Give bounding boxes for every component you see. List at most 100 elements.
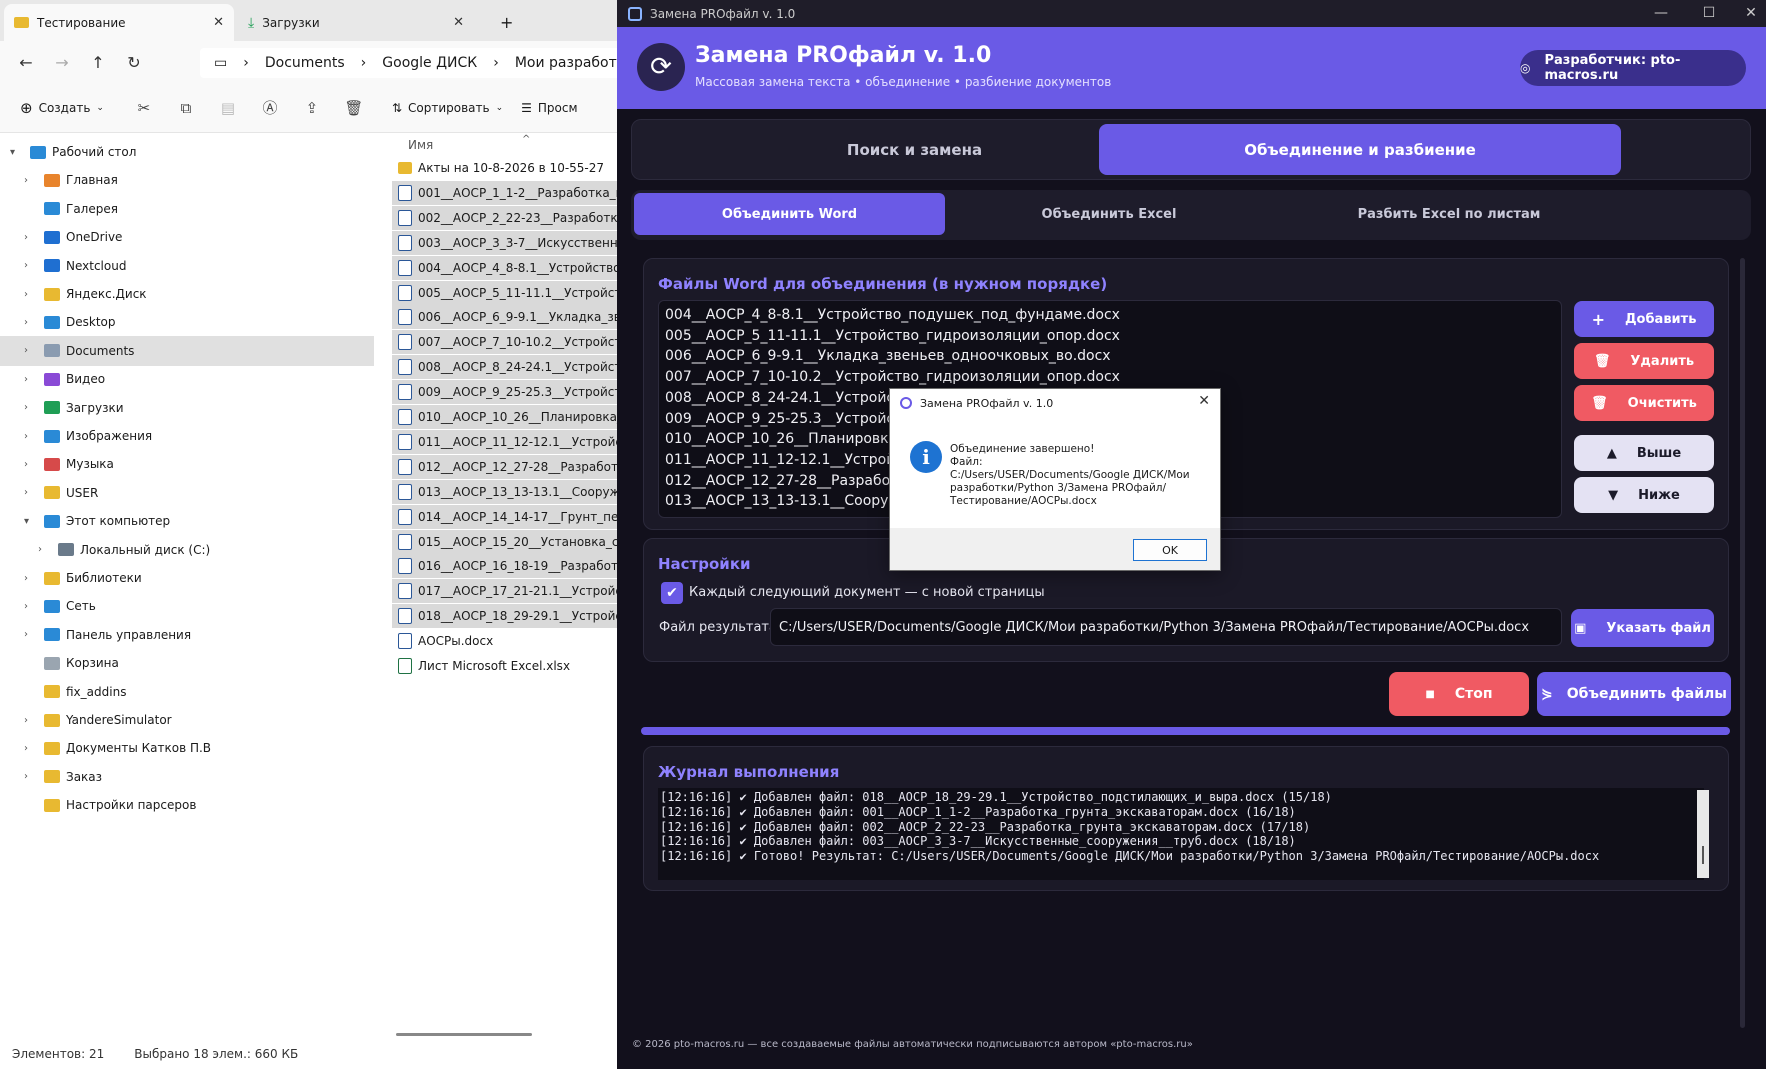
copy-icon[interactable]: ⧉: [168, 93, 204, 123]
new-page-checkbox[interactable]: ✔: [661, 582, 683, 604]
rename-icon[interactable]: Ⓐ: [252, 93, 288, 123]
close-icon[interactable]: ✕: [1198, 393, 1210, 409]
tree-item[interactable]: › Видео: [0, 364, 374, 394]
tree-item[interactable]: › Nextcloud: [0, 251, 374, 281]
file-row[interactable]: 013__АОСР_13_13-13.1__Сооружение: [392, 479, 617, 504]
close-icon[interactable]: ✕: [213, 15, 224, 30]
list-item[interactable]: 007__АОСР_7_10-10.2__Устройство_гидроизо…: [665, 369, 1120, 385]
file-row[interactable]: 010__АОСР_10_26__Планировка_при: [392, 405, 617, 429]
tree-item[interactable]: › Библиотеки: [0, 563, 374, 593]
tree-item[interactable]: › OneDrive: [0, 222, 374, 252]
tree-item[interactable]: › Главная: [0, 165, 374, 195]
delete-button[interactable]: 🗑 Удалить: [1574, 343, 1714, 379]
chevron-down-icon[interactable]: ▾: [24, 516, 29, 527]
file-row[interactable]: 018__АОСР_18_29-29.1__Устройство_п: [392, 604, 617, 629]
tree-item[interactable]: Настройки парсеров: [0, 790, 374, 820]
maximize-icon[interactable]: ☐: [1685, 0, 1733, 27]
column-header-name[interactable]: Имя: [408, 138, 433, 152]
file-row[interactable]: Акты на 10-8-2026 в 10-55-27: [392, 156, 617, 180]
add-button[interactable]: + Добавить: [1574, 301, 1714, 337]
chevron-right-icon[interactable]: ›: [24, 374, 28, 385]
tab-merge-excel[interactable]: Объединить Excel: [951, 193, 1267, 235]
file-row[interactable]: 011__АОСР_11_12-12.1__Устройство_: [392, 429, 617, 454]
tree-item[interactable]: › Панель управления: [0, 620, 374, 650]
breadcrumb-item[interactable]: Documents: [265, 55, 345, 71]
move-down-button[interactable]: ▼ Ниже: [1574, 477, 1714, 513]
sort-button[interactable]: ⇅ Сортировать ⌄: [386, 93, 509, 123]
file-row[interactable]: 005__АОСР_5_11-11.1__Устройство_ги: [392, 280, 617, 305]
chevron-right-icon[interactable]: ›: [24, 345, 28, 356]
chevron-right-icon[interactable]: ›: [24, 402, 28, 413]
chevron-right-icon[interactable]: ›: [24, 743, 28, 754]
chevron-right-icon[interactable]: ›: [24, 629, 28, 640]
app-vertical-scrollbar[interactable]: [1740, 258, 1745, 1028]
cut-icon[interactable]: ✂: [126, 93, 162, 123]
tree-item[interactable]: Галерея: [0, 194, 374, 224]
list-item[interactable]: 008__АОСР_8_24-24.1__Устройство: [665, 390, 919, 406]
log-scrollbar-thumb[interactable]: [1702, 846, 1704, 864]
clear-button[interactable]: 🗑 Очистить: [1574, 385, 1714, 421]
tree-item[interactable]: › Музыка: [0, 449, 374, 479]
file-row[interactable]: 015__АОСР_15_20__Установка_столбі: [392, 529, 617, 554]
file-row[interactable]: 007__АОСР_7_10-10.2__Устройство_ги: [392, 330, 617, 355]
paste-icon[interactable]: ▤: [210, 93, 246, 123]
forward-arrow-icon[interactable]: →: [44, 53, 80, 72]
tab-merge-split[interactable]: Объединение и разбиение: [1099, 124, 1621, 175]
file-row[interactable]: 001__АОСР_1_1-2__Разработка_грунт: [392, 180, 617, 205]
file-row[interactable]: 014__АОСР_14_14-17__Грунт_песчань: [392, 504, 617, 529]
chevron-right-icon[interactable]: ›: [24, 715, 28, 726]
chevron-right-icon[interactable]: ›: [24, 487, 28, 498]
breadcrumb-item[interactable]: Мои разработки: [515, 55, 630, 71]
file-row[interactable]: 003__АОСР_3_3-7__Искусственные_со: [392, 230, 617, 255]
tab-merge-word[interactable]: Объединить Word: [634, 193, 945, 235]
tree-item[interactable]: ▾ Этот компьютер: [0, 506, 374, 536]
developer-button[interactable]: ◎ Разработчик: pto-macros.ru: [1520, 50, 1746, 86]
tree-item[interactable]: › Documents: [0, 335, 374, 366]
new-tab-button[interactable]: +: [490, 4, 520, 41]
list-item[interactable]: 011__АОСР_11_12-12.1__Устройс: [665, 452, 903, 468]
tree-item[interactable]: Корзина: [0, 648, 374, 678]
chevron-right-icon[interactable]: ›: [24, 317, 28, 328]
tree-item[interactable]: › YandereSimulator: [0, 705, 374, 735]
file-row[interactable]: 008__АОСР_8_24-24.1__Устройство_п: [392, 355, 617, 380]
tree-item[interactable]: › Локальный диск (C:): [0, 535, 374, 565]
list-item[interactable]: 013__АОСР_13_13-13.1__Сооруже: [665, 493, 910, 509]
chevron-right-icon[interactable]: ›: [24, 601, 28, 612]
ok-button[interactable]: OK: [1133, 539, 1207, 561]
list-item[interactable]: 009__АОСР_9_25-25.3__Устройство: [665, 411, 919, 427]
tree-item[interactable]: fix_addins: [0, 677, 374, 707]
list-item[interactable]: 005__АОСР_5_11-11.1__Устройство_гидроизо…: [665, 328, 1120, 344]
tree-item[interactable]: › Загрузки: [0, 393, 374, 423]
chevron-right-icon[interactable]: ›: [24, 459, 28, 470]
list-item[interactable]: 012__АОСР_12_27-28__Разработк: [665, 473, 907, 489]
tree-item[interactable]: › Сеть: [0, 591, 374, 621]
chevron-right-icon[interactable]: ›: [24, 260, 28, 271]
result-path-field[interactable]: C:/Users/USER/Documents/Google ДИСК/Мои …: [770, 608, 1562, 646]
chevron-right-icon[interactable]: ›: [38, 544, 42, 555]
chevron-right-icon[interactable]: ›: [24, 289, 28, 300]
chevron-down-icon[interactable]: ▾: [10, 147, 15, 158]
merge-files-button[interactable]: ⋟ Объединить файлы: [1537, 672, 1731, 716]
file-row[interactable]: 016__АОСР_16_18-19__Разработка_пр: [392, 554, 617, 579]
address-bar[interactable]: ▭ › Documents › Google ДИСК › Мои разраб…: [200, 48, 630, 78]
file-row[interactable]: АОСРы.docx: [392, 629, 617, 653]
share-icon[interactable]: ⇪: [294, 93, 330, 123]
breadcrumb-item[interactable]: Google ДИСК: [382, 55, 477, 71]
minimize-icon[interactable]: —: [1637, 0, 1685, 27]
back-arrow-icon[interactable]: ←: [8, 53, 44, 72]
tree-item[interactable]: › Desktop: [0, 307, 374, 337]
tree-item[interactable]: › Яндекс.Диск: [0, 279, 374, 309]
file-row[interactable]: 004__АОСР_4_8-8.1__Устройство_под: [392, 255, 617, 280]
tab-testing[interactable]: Тестирование ✕: [4, 4, 234, 41]
tree-item[interactable]: › Документы Катков П.В: [0, 733, 374, 763]
tree-item[interactable]: › Изображения: [0, 421, 374, 451]
log-scrollbar[interactable]: [1697, 790, 1709, 878]
refresh-icon[interactable]: ↻: [116, 53, 152, 72]
create-button[interactable]: ⊕ Создать ⌄: [14, 93, 110, 123]
file-row[interactable]: 012__АОСР_12_27-28__Разработка_гр: [392, 454, 617, 479]
file-row[interactable]: 006__АОСР_6_9-9.1__Укладка_звеньев: [392, 305, 617, 330]
file-row[interactable]: 002__АОСР_2_22-23__Разработка_гру: [392, 205, 617, 230]
stop-button[interactable]: ■ Стоп: [1389, 672, 1529, 716]
close-icon[interactable]: ✕: [1727, 0, 1766, 27]
chevron-right-icon[interactable]: ›: [24, 573, 28, 584]
